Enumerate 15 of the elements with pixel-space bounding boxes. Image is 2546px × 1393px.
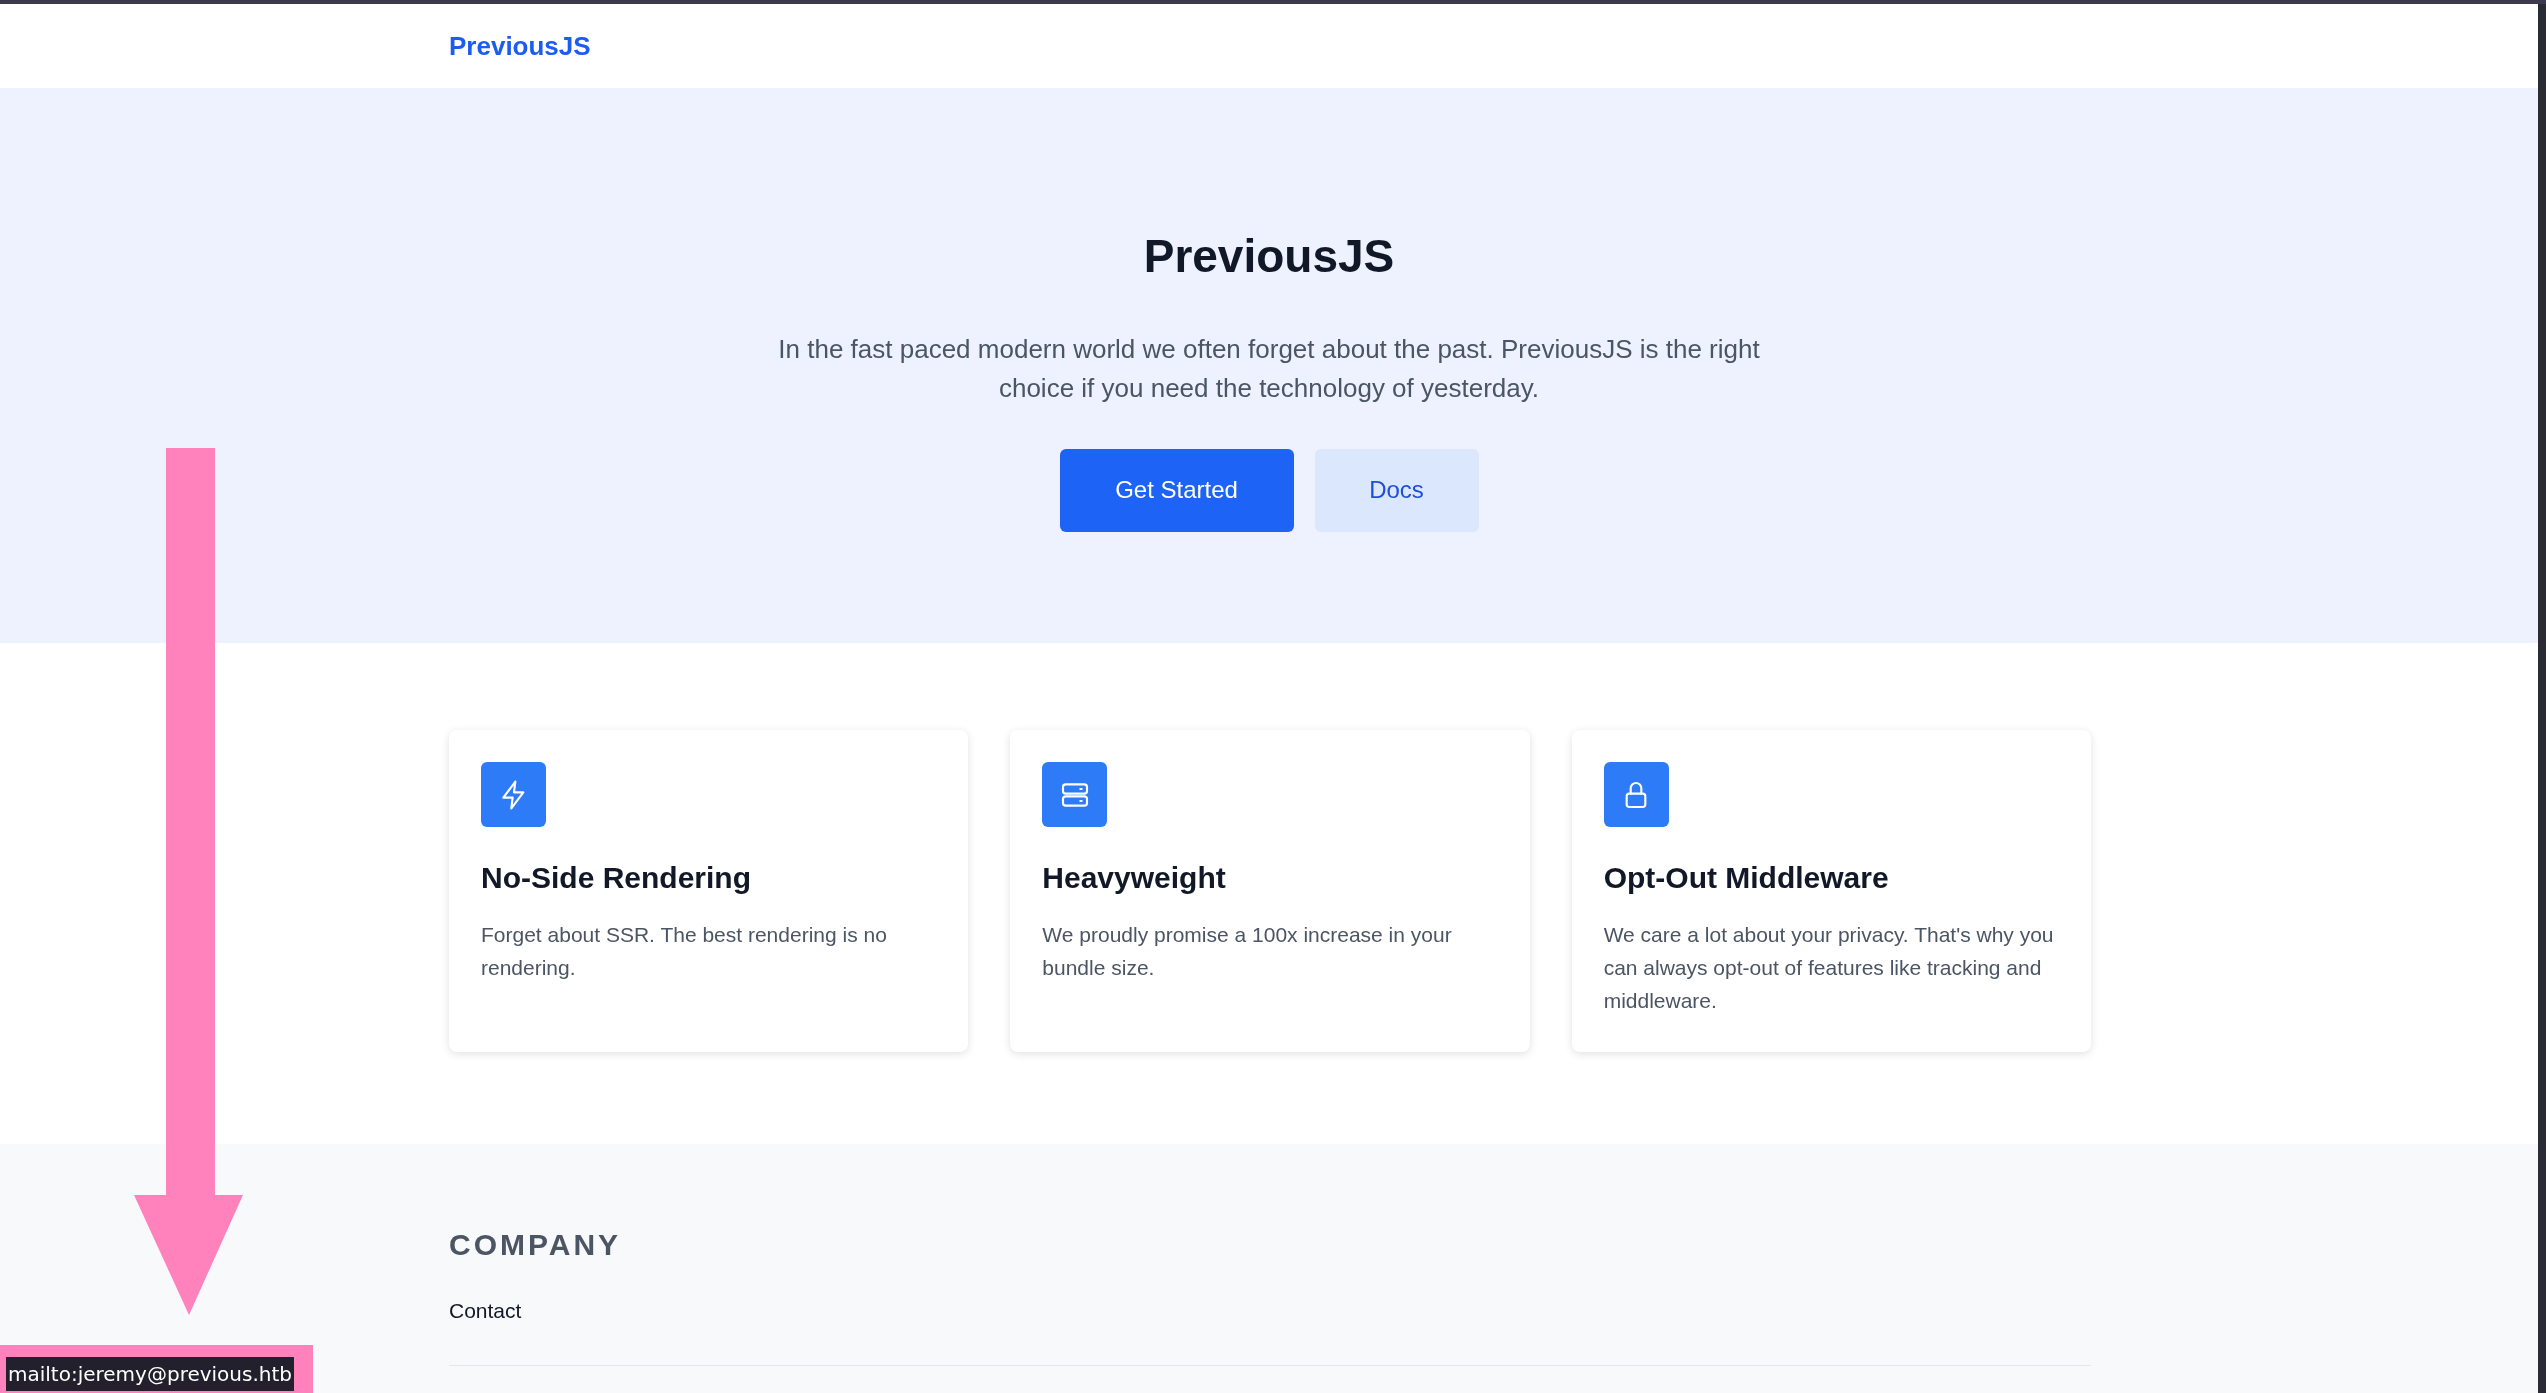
feature-description: We proudly promise a 100x increase in your bundle size. (1042, 922, 1453, 981)
footer-heading: COMPANY (449, 1227, 623, 1263)
docs-button[interactable]: Docs (1314, 448, 1479, 532)
feature-description: Forget about SSR. The best rendering is no rendering. (481, 922, 888, 981)
hero-subtitle: In the fast paced modern world we often forget about the past. PreviousJS is the right choice if you need the technology of yesterday. (777, 332, 1761, 405)
feature-title: Opt-Out Middleware (1603, 860, 1890, 896)
feature-title: No-Side Rendering (481, 860, 752, 896)
contact-link[interactable]: Contact (449, 1295, 2091, 1327)
hero-title: PreviousJS (1143, 229, 1395, 284)
feature-title: Heavyweight (1042, 860, 1227, 896)
status-bar-url: mailto:jeremy@previous.htb (6, 1357, 294, 1391)
site-logo[interactable]: PreviousJS (449, 26, 591, 66)
feature-description: We care a lot about your privacy. That's why you can always opt-out of features like tracking and middleware. (1603, 922, 2055, 1014)
scrollbar[interactable] (2538, 4, 2546, 1393)
get-started-button[interactable]: Get Started (1059, 448, 1294, 532)
